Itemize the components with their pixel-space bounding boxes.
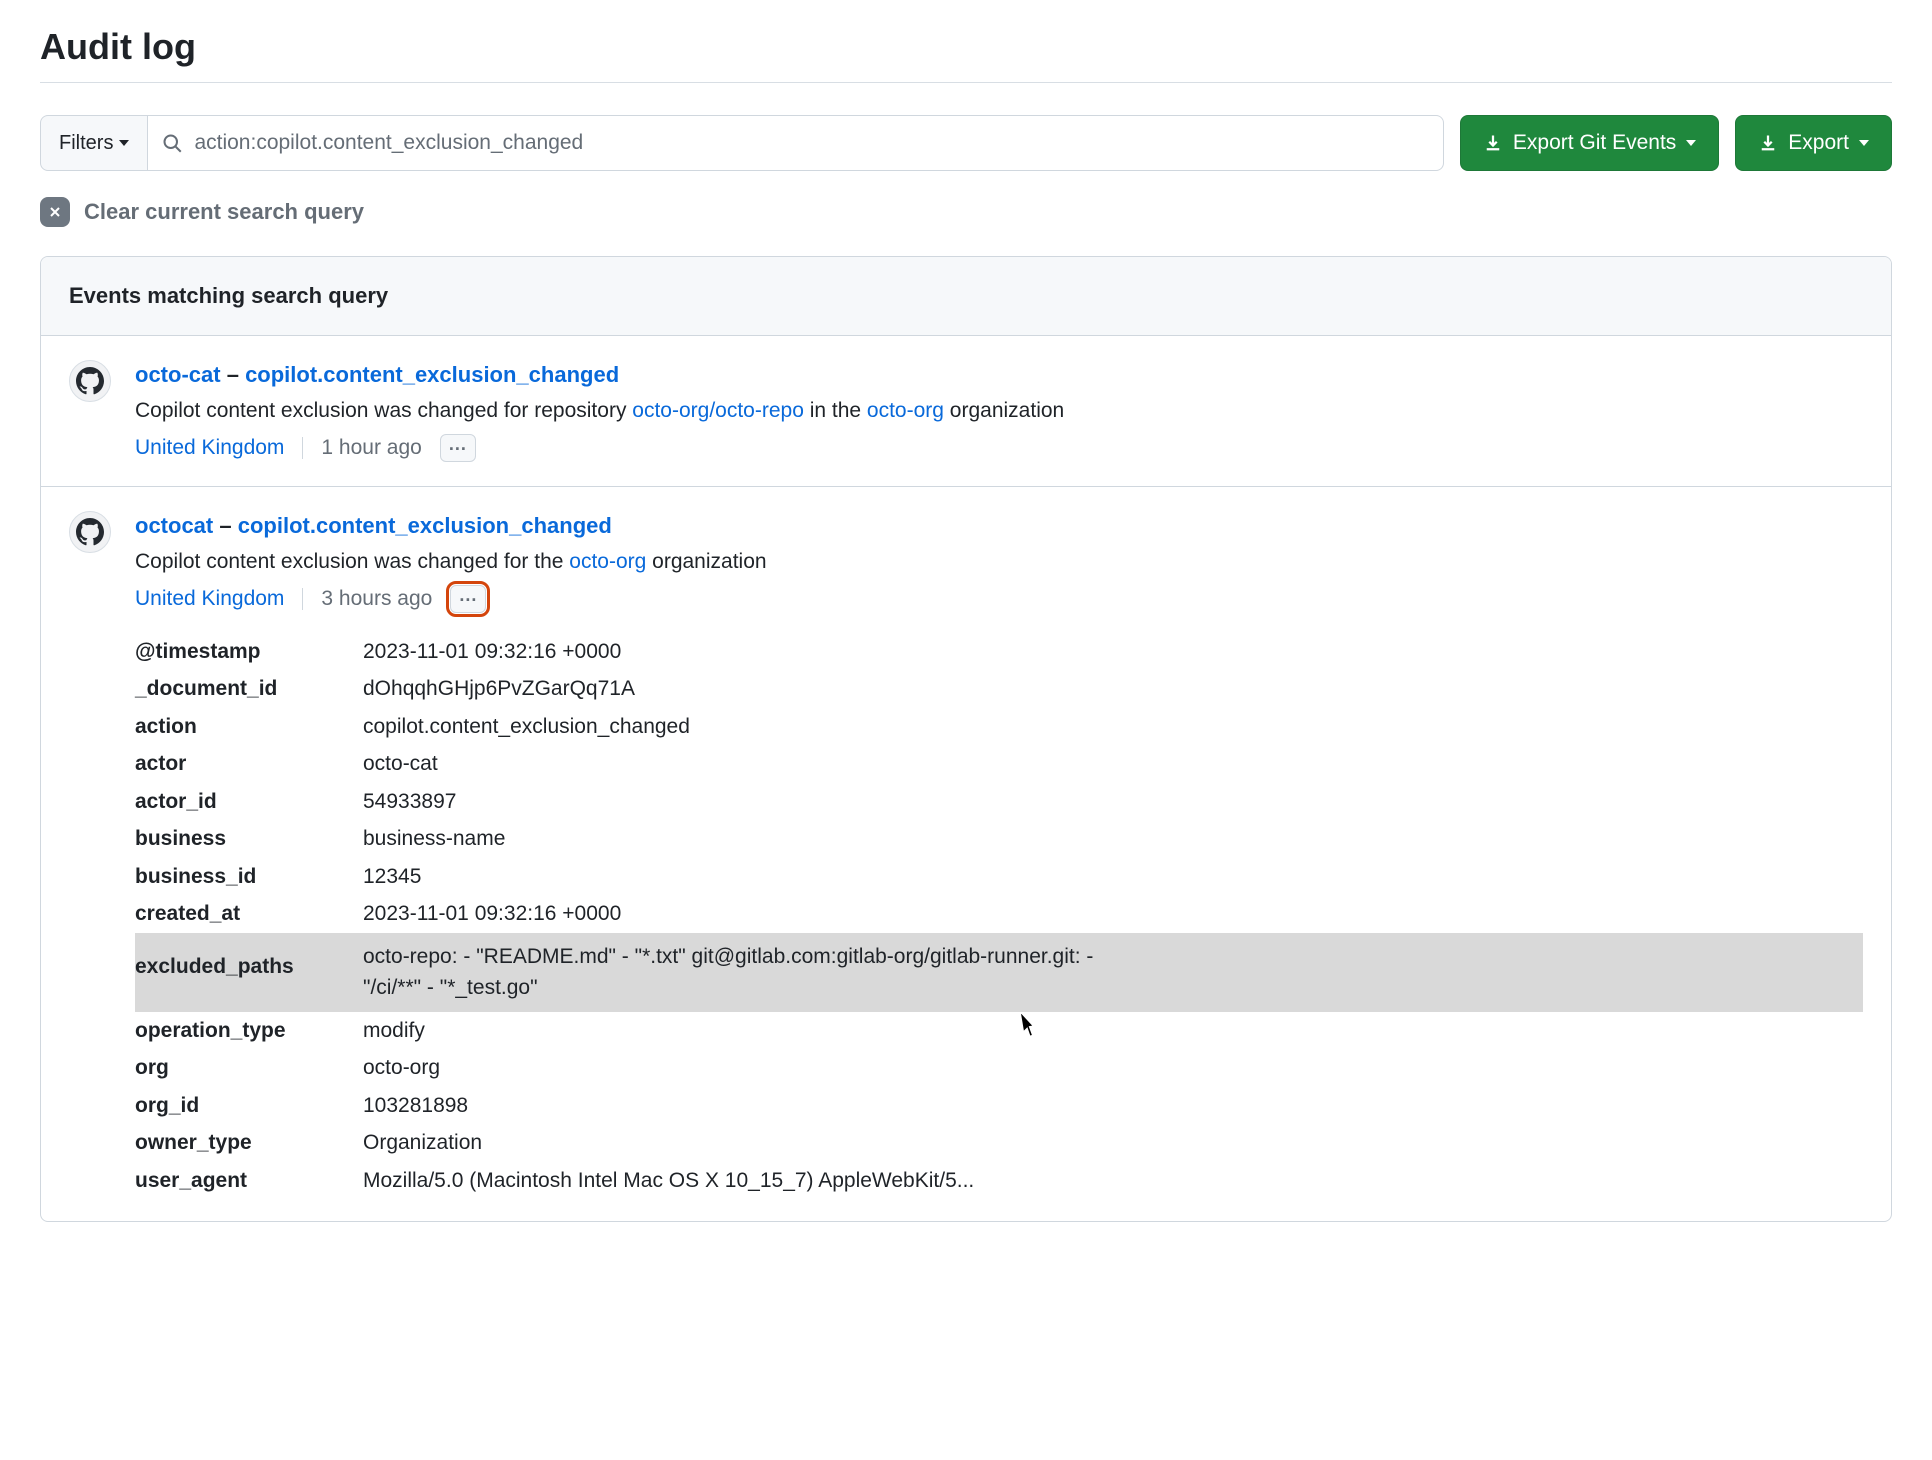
event-body: octo-cat – copilot.content_exclusion_cha… — [135, 358, 1863, 464]
details-value: copilot.content_exclusion_changed — [363, 708, 1863, 746]
ellipsis-icon: ... — [459, 586, 477, 604]
details-value: Organization — [363, 1124, 1863, 1162]
details-key: operation_type — [135, 1012, 363, 1050]
events-list: octo-cat – copilot.content_exclusion_cha… — [41, 336, 1891, 1222]
event-body: octocat – copilot.content_exclusion_chan… — [135, 509, 1863, 1200]
event-description: Copilot content exclusion was changed fo… — [135, 395, 1863, 427]
details-value: octo-repo: - "README.md" - "*.txt" git@g… — [363, 933, 1143, 1012]
export-git-events-button[interactable]: Export Git Events — [1460, 115, 1719, 171]
details-key: @timestamp — [135, 633, 363, 671]
details-row: operation_typemodify — [135, 1012, 1863, 1050]
download-icon — [1483, 133, 1503, 153]
page-title: Audit log — [40, 20, 1892, 74]
action-row: Filters Export Git Events Export — [40, 115, 1892, 171]
event-description: Copilot content exclusion was changed fo… — [135, 546, 1863, 578]
export-label: Export — [1788, 131, 1849, 155]
event-title: octo-cat – copilot.content_exclusion_cha… — [135, 358, 1863, 391]
search-filter-group: Filters — [40, 115, 1444, 171]
details-key: business — [135, 820, 363, 858]
details-key: actor_id — [135, 783, 363, 821]
details-key: _document_id — [135, 670, 363, 708]
details-value: business-name — [363, 820, 1863, 858]
details-row: excluded_pathsocto-repo: - "README.md" -… — [135, 933, 1863, 1012]
actor-link[interactable]: octo-cat — [135, 362, 221, 387]
details-value: octo-cat — [363, 745, 1863, 783]
filters-button[interactable]: Filters — [40, 115, 148, 171]
details-row: actioncopilot.content_exclusion_changed — [135, 708, 1863, 746]
org-link[interactable]: octo-org — [867, 399, 944, 422]
location-link[interactable]: United Kingdom — [135, 583, 284, 615]
details-key: excluded_paths — [135, 933, 363, 1001]
events-box: Events matching search query octo-cat – … — [40, 256, 1892, 1222]
chevron-down-icon — [1686, 140, 1696, 146]
details-value: dOhqqhGHjp6PvZGarQq71A — [363, 670, 1863, 708]
event-row: octocat – copilot.content_exclusion_chan… — [41, 487, 1891, 1222]
details-key: user_agent — [135, 1162, 363, 1200]
details-key: action — [135, 708, 363, 746]
details-row: org_id103281898 — [135, 1087, 1863, 1125]
expand-details-button[interactable]: ... — [450, 585, 486, 613]
repo-link[interactable]: octo-org — [569, 550, 646, 573]
export-git-label: Export Git Events — [1513, 131, 1676, 155]
details-row: business_id12345 — [135, 858, 1863, 896]
divider — [40, 82, 1892, 83]
event-details: @timestamp2023-11-01 09:32:16 +0000_docu… — [135, 633, 1863, 1200]
location-link[interactable]: United Kingdom — [135, 432, 284, 464]
search-input[interactable] — [192, 130, 1428, 156]
details-row: user_agentMozilla/5.0 (Macintosh Intel M… — [135, 1162, 1863, 1200]
details-value: 2023-11-01 09:32:16 +0000 — [363, 633, 1863, 671]
separator — [302, 437, 303, 459]
chevron-down-icon — [119, 140, 129, 146]
events-header-title: Events matching search query — [69, 283, 388, 308]
details-key: org_id — [135, 1087, 363, 1125]
action-link[interactable]: copilot.content_exclusion_changed — [245, 362, 619, 387]
export-button[interactable]: Export — [1735, 115, 1892, 171]
action-link[interactable]: copilot.content_exclusion_changed — [238, 513, 612, 538]
separator — [302, 588, 303, 610]
event-title: octocat – copilot.content_exclusion_chan… — [135, 509, 1863, 542]
download-icon — [1758, 133, 1778, 153]
clear-search-label: Clear current search query — [84, 195, 364, 228]
details-key: org — [135, 1049, 363, 1087]
details-value: Mozilla/5.0 (Macintosh Intel Mac OS X 10… — [363, 1162, 1863, 1200]
details-value: modify — [363, 1012, 1863, 1050]
filters-label: Filters — [59, 132, 113, 155]
timestamp: 3 hours ago — [321, 583, 432, 615]
details-row: actor_id54933897 — [135, 783, 1863, 821]
avatar[interactable] — [69, 511, 111, 553]
event-row: octo-cat – copilot.content_exclusion_cha… — [41, 336, 1891, 487]
details-row: created_at2023-11-01 09:32:16 +0000 — [135, 895, 1863, 933]
details-row: owner_typeOrganization — [135, 1124, 1863, 1162]
repo-link[interactable]: octo-org/octo-repo — [632, 399, 804, 422]
timestamp: 1 hour ago — [321, 432, 421, 464]
details-row: orgocto-org — [135, 1049, 1863, 1087]
details-row: _document_iddOhqqhGHjp6PvZGarQq71A — [135, 670, 1863, 708]
details-row: businessbusiness-name — [135, 820, 1863, 858]
details-key: business_id — [135, 858, 363, 896]
event-meta: United Kingdom 3 hours ago... — [135, 583, 1863, 615]
avatar[interactable] — [69, 360, 111, 402]
ellipsis-icon: ... — [449, 435, 467, 453]
actor-link[interactable]: octocat — [135, 513, 213, 538]
details-key: actor — [135, 745, 363, 783]
details-value: 103281898 — [363, 1087, 1863, 1125]
search-icon — [162, 133, 182, 153]
details-row: @timestamp2023-11-01 09:32:16 +0000 — [135, 633, 1863, 671]
expand-details-button[interactable]: ... — [440, 434, 476, 462]
clear-search-row[interactable]: Clear current search query — [40, 195, 1892, 228]
search-wrap — [148, 115, 1443, 171]
details-value: 54933897 — [363, 783, 1863, 821]
details-value: 2023-11-01 09:32:16 +0000 — [363, 895, 1863, 933]
details-row: actorocto-cat — [135, 745, 1863, 783]
events-header: Events matching search query — [41, 257, 1891, 336]
details-value: 12345 — [363, 858, 1863, 896]
clear-icon[interactable] — [40, 197, 70, 227]
event-meta: United Kingdom 1 hour ago... — [135, 432, 1863, 464]
details-value: octo-org — [363, 1049, 1863, 1087]
details-key: created_at — [135, 895, 363, 933]
details-key: owner_type — [135, 1124, 363, 1162]
chevron-down-icon — [1859, 140, 1869, 146]
